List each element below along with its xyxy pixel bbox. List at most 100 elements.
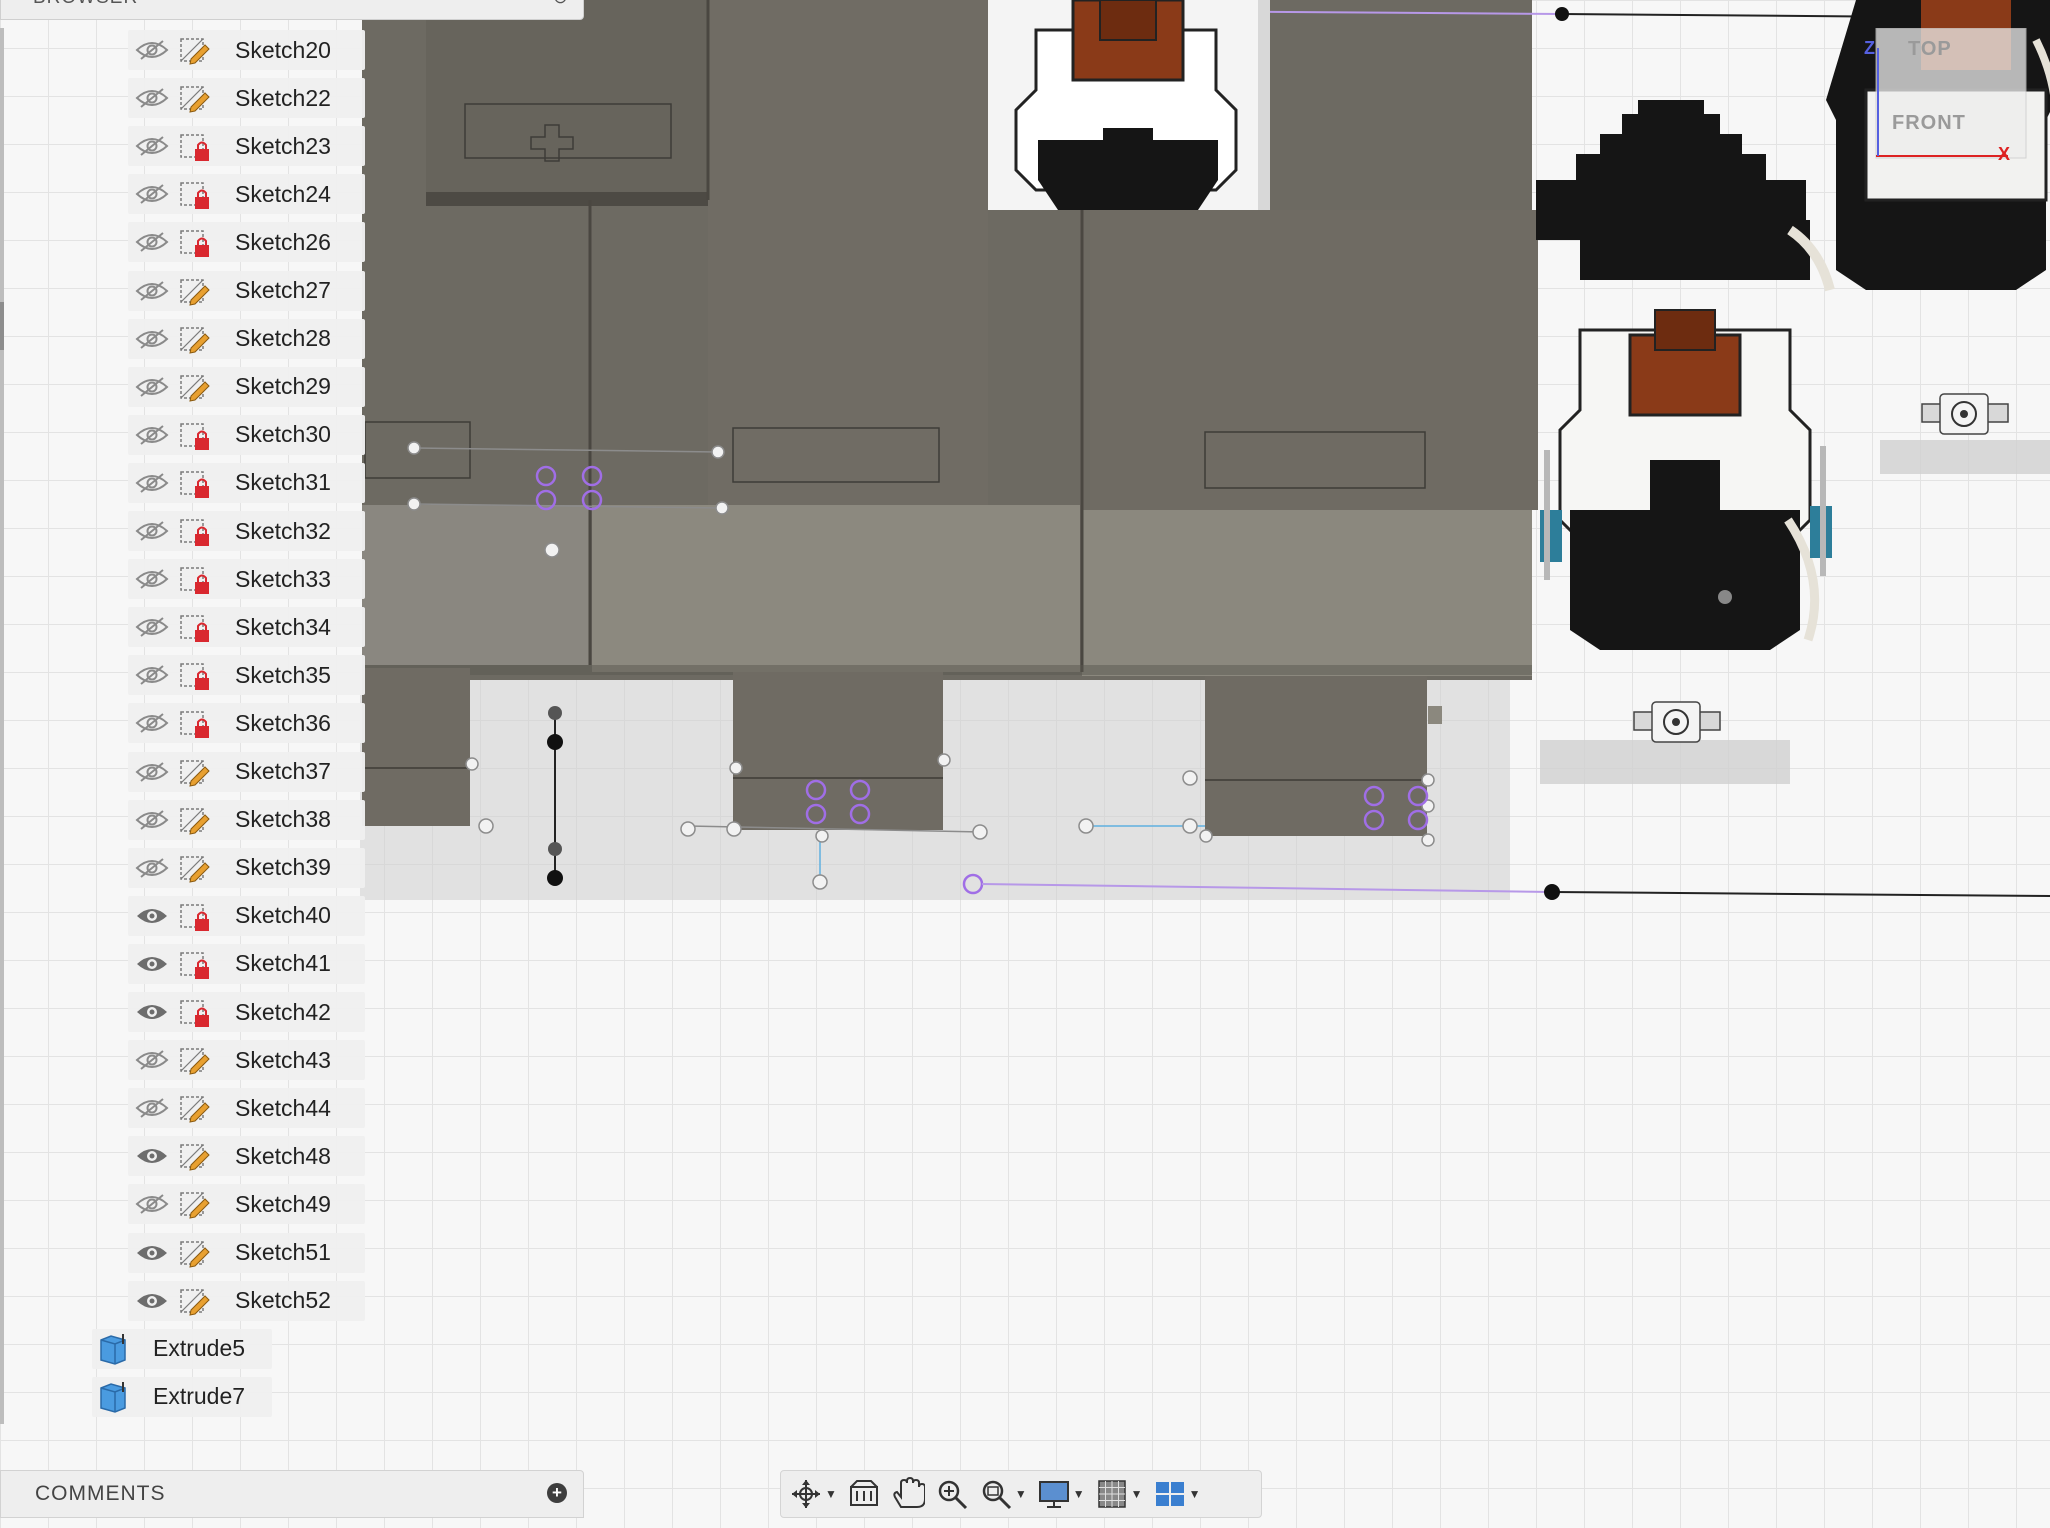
sketch-edit-icon — [177, 1284, 213, 1318]
tree-item-label: Sketch33 — [235, 565, 331, 592]
eye-icon[interactable] — [133, 901, 171, 931]
tree-item-sketch49[interactable]: Sketch49 — [128, 1184, 365, 1225]
browser-panel-header[interactable]: BROWSER ⊖ — [0, 0, 584, 20]
eye-hidden-icon[interactable] — [133, 227, 171, 257]
eye-icon[interactable] — [133, 997, 171, 1027]
tree-item-sketch27[interactable]: Sketch27 — [128, 270, 365, 311]
tree-item-sketch34[interactable]: Sketch34 — [128, 607, 365, 648]
front-face-3 — [1082, 510, 1532, 676]
eye-hidden-icon[interactable] — [133, 708, 171, 738]
browser-collapse-icon[interactable]: ⊖ — [553, 0, 569, 8]
zoom-button[interactable] — [935, 1474, 969, 1514]
eye-hidden-icon[interactable] — [133, 612, 171, 642]
tree-item-sketch36[interactable]: Sketch36 — [128, 703, 365, 744]
tree-item-label: Sketch23 — [235, 132, 331, 159]
tree-item-extrude5[interactable]: Extrude5 — [92, 1328, 272, 1369]
tree-item-label: Sketch27 — [235, 277, 331, 303]
grid-settings-icon — [1097, 1480, 1126, 1508]
eye-hidden-icon[interactable] — [133, 276, 171, 306]
tree-item-sketch38[interactable]: Sketch38 — [128, 799, 365, 840]
viewcube-front-label[interactable]: FRONT — [1892, 112, 1966, 135]
eye-hidden-icon[interactable] — [133, 1189, 171, 1219]
eye-hidden-icon[interactable] — [133, 420, 171, 450]
panel-left-edge — [0, 28, 4, 1424]
plus-icon[interactable]: + — [547, 1483, 567, 1503]
fit-button[interactable]: ▼ — [979, 1474, 1027, 1514]
zoom-icon — [938, 1480, 967, 1510]
eye-icon[interactable] — [133, 1141, 171, 1171]
eye-hidden-icon[interactable] — [133, 805, 171, 835]
eye-hidden-icon[interactable] — [133, 564, 171, 594]
eye-hidden-icon[interactable] — [133, 516, 171, 546]
eye-hidden-icon[interactable] — [133, 1093, 171, 1123]
upper-block-mid — [708, 0, 988, 506]
viewports-icon — [1155, 1482, 1184, 1506]
tree-item-label: Sketch30 — [235, 421, 331, 448]
sketch-edit-icon — [177, 755, 213, 789]
pan-button[interactable] — [891, 1474, 925, 1514]
grid-settings-button[interactable]: ▼ — [1095, 1474, 1143, 1514]
eye-hidden-icon[interactable] — [133, 1045, 171, 1075]
tree-item-sketch32[interactable]: Sketch32 — [128, 511, 365, 551]
tree-item-sketch41[interactable]: Sketch41 — [128, 943, 365, 984]
sketch-edit-icon — [177, 33, 213, 67]
eye-hidden-icon[interactable] — [133, 853, 171, 883]
comments-panel[interactable]: COMMENTS + — [0, 1470, 584, 1518]
tree-item-sketch23[interactable]: Sketch23 — [128, 126, 365, 167]
eye-icon[interactable] — [133, 1238, 171, 1268]
viewports-button[interactable]: ▼ — [1153, 1474, 1200, 1514]
sketch-edit-icon — [177, 1091, 213, 1125]
tree-item-sketch28[interactable]: Sketch28 — [128, 318, 365, 359]
eye-hidden-icon[interactable] — [133, 35, 171, 65]
tree-item-label: Sketch29 — [235, 373, 331, 400]
tree-item-sketch51[interactable]: Sketch51 — [128, 1232, 365, 1273]
axis-z-label: Z — [1864, 38, 1876, 58]
eye-hidden-icon[interactable] — [133, 660, 171, 690]
eye-icon[interactable] — [133, 949, 171, 979]
sketch-edit-icon — [177, 1236, 213, 1270]
tree-item-sketch26[interactable]: Sketch26 — [128, 222, 365, 263]
tree-item-label: Sketch22 — [235, 84, 331, 111]
eye-icon[interactable] — [133, 1286, 171, 1316]
tree-item-sketch20[interactable]: Sketch20 — [128, 30, 365, 70]
eye-hidden-icon[interactable] — [133, 757, 171, 787]
sketch-locked-icon — [177, 658, 213, 692]
sketch-locked-icon — [177, 610, 213, 644]
tree-item-sketch30[interactable]: Sketch30 — [128, 414, 365, 455]
viewcube-top-label[interactable]: TOP — [1908, 38, 1952, 61]
eye-hidden-icon[interactable] — [133, 372, 171, 402]
sketch-locked-icon — [177, 514, 213, 548]
eye-hidden-icon[interactable] — [133, 324, 171, 354]
tree-item-sketch35[interactable]: Sketch35 — [128, 655, 365, 696]
look-at-button[interactable] — [847, 1474, 881, 1514]
tree-item-label: Sketch26 — [235, 228, 331, 255]
eye-hidden-icon[interactable] — [133, 131, 171, 161]
tree-item-sketch37[interactable]: Sketch37 — [128, 751, 365, 792]
tree-item-sketch48[interactable]: Sketch48 — [128, 1136, 365, 1177]
tree-item-sketch52[interactable]: Sketch52 — [128, 1280, 365, 1321]
display-settings-button[interactable]: ▼ — [1037, 1474, 1085, 1514]
sketch-locked-icon — [177, 899, 213, 933]
tree-item-sketch33[interactable]: Sketch33 — [128, 559, 365, 600]
tree-item-sketch42[interactable]: Sketch42 — [128, 992, 365, 1032]
view-cube[interactable]: TOP FRONT Z X — [1858, 28, 2048, 178]
tree-item-sketch40[interactable]: Sketch40 — [128, 895, 365, 936]
sketch-edit-icon — [177, 1187, 213, 1221]
panel-resize-handle[interactable] — [0, 302, 4, 350]
tree-item-extrude7[interactable]: Extrude7 — [92, 1376, 272, 1417]
switch-bottom — [1540, 309, 1832, 650]
tree-item-label: Sketch48 — [235, 1142, 331, 1169]
tree-item-sketch22[interactable]: Sketch22 — [128, 78, 365, 119]
tree-item-sketch39[interactable]: Sketch39 — [128, 847, 365, 888]
tree-item-sketch24[interactable]: Sketch24 — [128, 174, 365, 215]
axis-x-label: X — [1998, 144, 2012, 164]
tree-item-label: Sketch24 — [235, 180, 331, 207]
eye-hidden-icon[interactable] — [133, 468, 171, 498]
tree-item-sketch43[interactable]: Sketch43 — [128, 1040, 365, 1081]
eye-hidden-icon[interactable] — [133, 179, 171, 209]
tree-item-sketch29[interactable]: Sketch29 — [128, 366, 365, 407]
orbit-button[interactable]: ▼ — [789, 1474, 837, 1514]
tree-item-sketch31[interactable]: Sketch31 — [128, 462, 365, 503]
eye-hidden-icon[interactable] — [133, 83, 171, 113]
tree-item-sketch44[interactable]: Sketch44 — [128, 1088, 365, 1129]
